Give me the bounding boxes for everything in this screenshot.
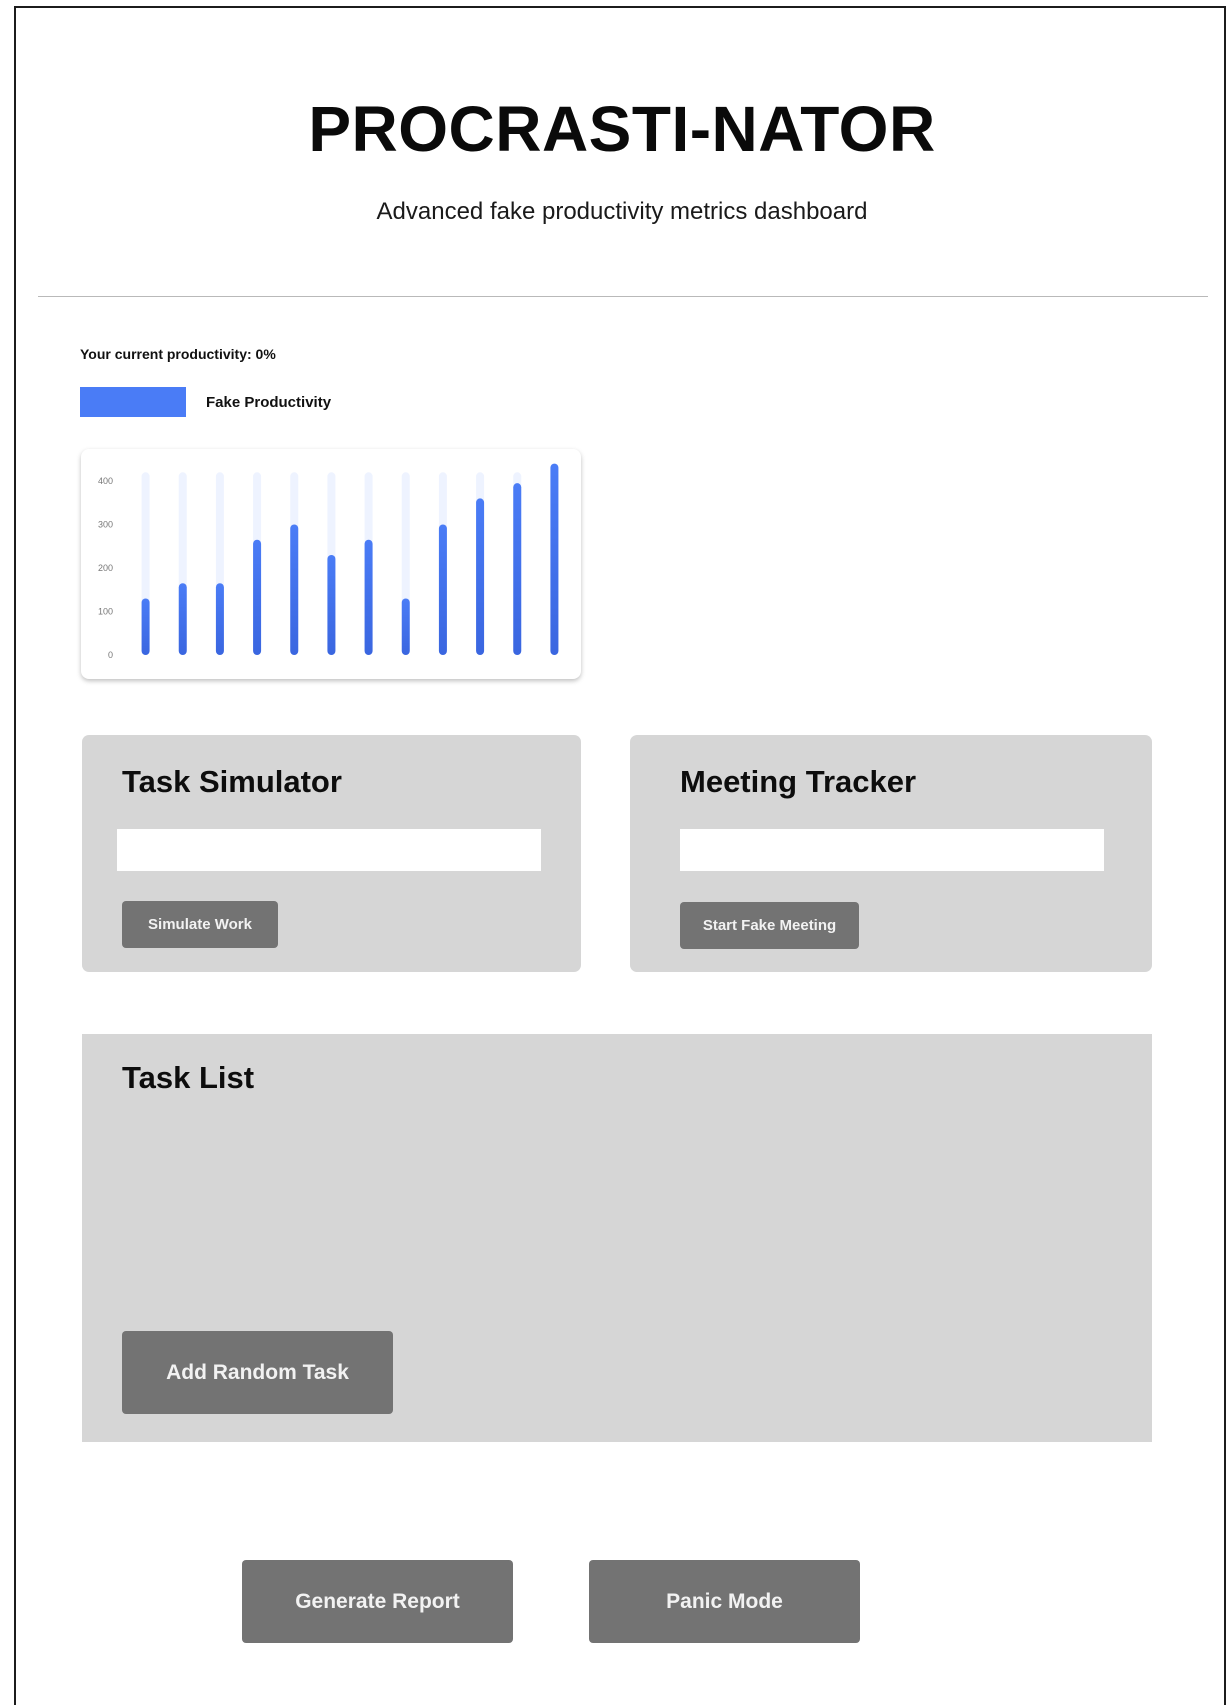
- y-tick-label: 200: [98, 563, 113, 573]
- y-tick-label: 100: [98, 607, 113, 617]
- task-simulator-title: Task Simulator: [122, 764, 342, 799]
- chart-bar: [401, 598, 410, 655]
- task-simulator-input[interactable]: [117, 829, 541, 871]
- app-title: PROCRASTI-NATOR: [308, 93, 936, 165]
- chart-bar: [550, 463, 559, 655]
- chart-bar: [253, 539, 262, 655]
- chart-bar: [364, 539, 373, 655]
- chart-bar: [215, 583, 224, 655]
- app-subtitle: Advanced fake productivity metrics dashb…: [376, 198, 868, 225]
- chart-bar: [476, 498, 485, 655]
- meeting-tracker-title: Meeting Tracker: [680, 764, 917, 799]
- chart-bar: [327, 554, 336, 655]
- simulate-work-button[interactable]: Simulate Work: [122, 901, 278, 948]
- productivity-status: Your current productivity: 0%: [80, 346, 276, 362]
- generate-report-button[interactable]: Generate Report: [242, 1560, 513, 1643]
- chart-bar: [438, 524, 447, 655]
- panic-mode-button[interactable]: Panic Mode: [589, 1560, 860, 1643]
- add-random-task-button[interactable]: Add Random Task: [122, 1331, 393, 1414]
- chart-bar: [290, 524, 299, 655]
- task-list-title: Task List: [122, 1060, 255, 1095]
- task-list-panel: Task List Add Random Task: [82, 1034, 1152, 1442]
- task-simulator-panel: Task Simulator Simulate Work: [82, 735, 581, 972]
- y-tick-label: 0: [108, 650, 113, 660]
- header-divider: [38, 296, 1208, 297]
- task-list-items: [122, 1124, 1112, 1344]
- meeting-tracker-panel: Meeting Tracker Start Fake Meeting: [630, 735, 1152, 972]
- dashboard-page: PROCRASTI-NATOR Advanced fake productivi…: [14, 6, 1226, 1705]
- start-fake-meeting-button[interactable]: Start Fake Meeting: [680, 902, 859, 949]
- productivity-chart: 0 100 200 300 400: [81, 449, 581, 679]
- legend-swatch: [80, 387, 186, 417]
- y-tick-label: 400: [98, 476, 113, 486]
- meeting-tracker-input[interactable]: [680, 829, 1104, 871]
- chart-bar: [178, 583, 187, 655]
- chart-svg: 0 100 200 300 400: [98, 463, 559, 660]
- y-tick-label: 300: [98, 520, 113, 530]
- chart-bar: [513, 483, 522, 655]
- legend-label: Fake Productivity: [206, 394, 332, 411]
- chart-bar: [141, 598, 150, 655]
